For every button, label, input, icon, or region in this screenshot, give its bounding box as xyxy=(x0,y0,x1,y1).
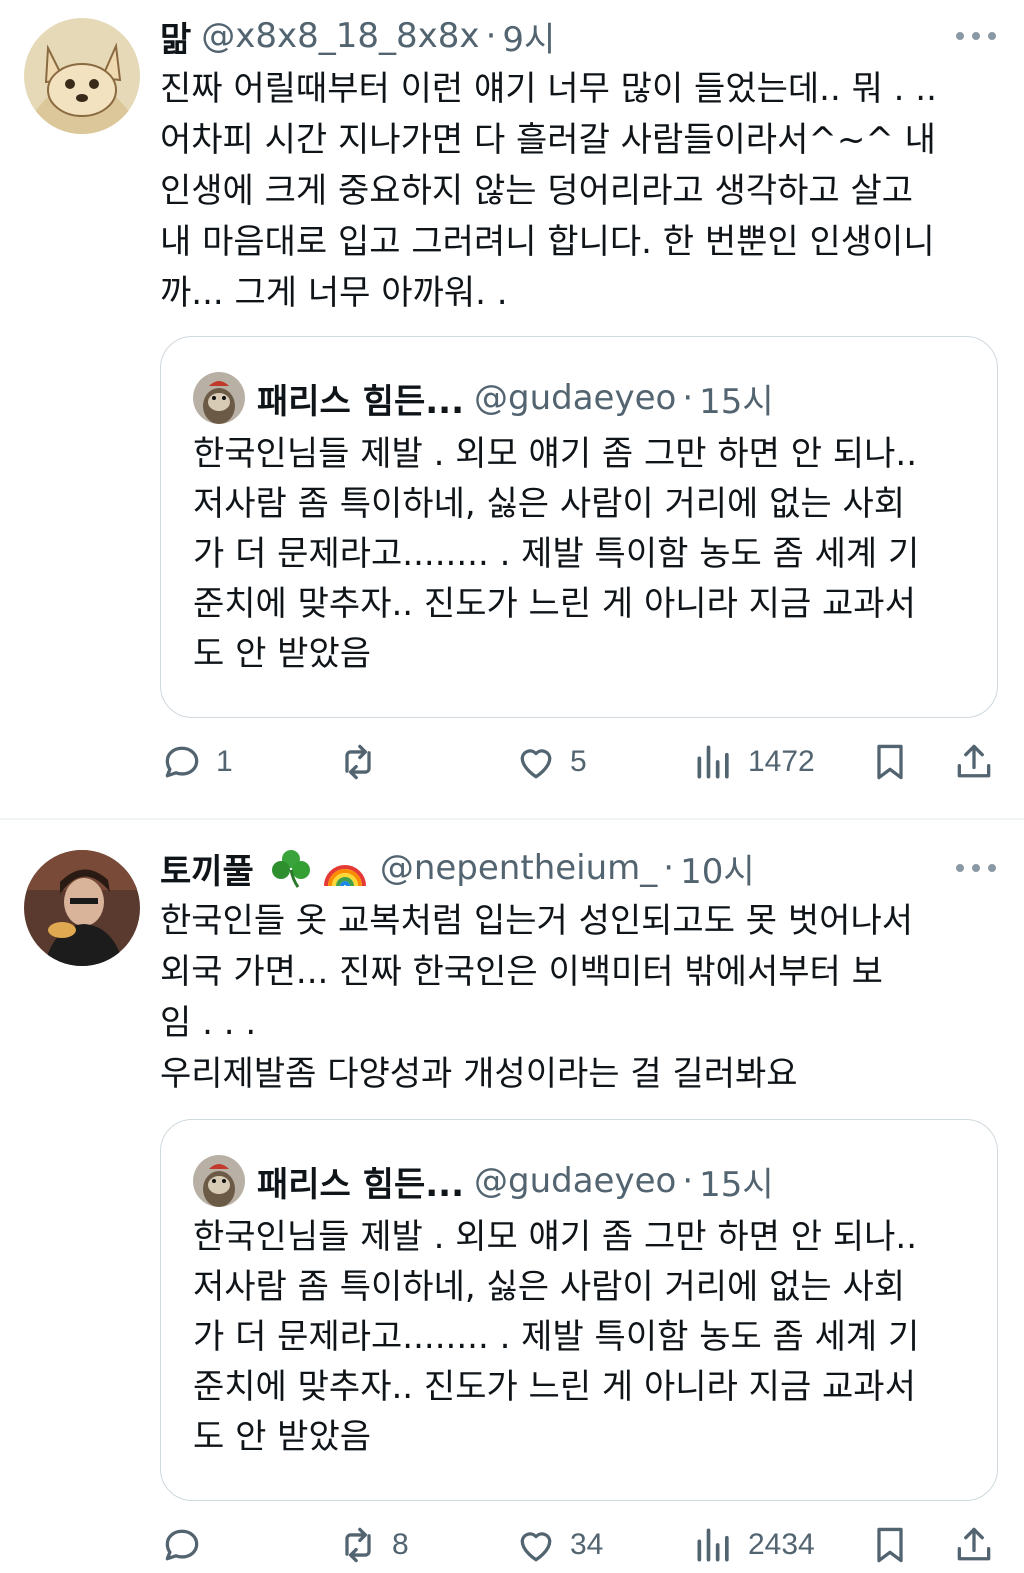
tweet-text-line: 내 마음대로 입고 그러려니 합니다. 한 번뿐인 인생이니 xyxy=(160,222,935,262)
tweet-text-line: 진짜 어릴때부터 이런 얘기 너무 많이 들었는데.. 뭐 . .. xyxy=(160,69,937,109)
quoted-text-line: 도 안 받았음 xyxy=(193,1417,372,1457)
quoted-tweet-text: 한국인님들 제발 . 외모 얘기 좀 그만 하면 안 되나.. 저사람 좀 특이… xyxy=(193,429,977,679)
bookmark-icon xyxy=(877,1527,903,1563)
quoted-avatar xyxy=(193,372,245,424)
quoted-text-line: 준치에 맞추자.. 진도가 느린 게 아니라 지금 교과서 xyxy=(193,584,916,624)
shamrock-icon xyxy=(268,848,314,888)
tweet-actions: 1 5 1472 xyxy=(160,734,994,790)
tweet-text-line: 인생에 크게 중요하지 않는 덩어리라고 생각하고 살고 xyxy=(160,171,914,211)
repost-icon xyxy=(345,1527,371,1563)
bookmark-button[interactable] xyxy=(868,1517,912,1573)
quoted-text-line: 저사람 좀 특이하네, 싫은 사람이 거리에 없는 사회 xyxy=(193,1267,906,1307)
tweet-text-line: 임 . . . xyxy=(160,1003,257,1043)
timestamp[interactable]: 10시 xyxy=(680,844,755,893)
tweet[interactable]: 토끼풀 @nepentheium_ · 10시 한국인들 옷 교복처럼 입는거 … xyxy=(0,820,1024,1569)
views-icon xyxy=(697,745,729,779)
tweet-actions: 8 34 2434 xyxy=(160,1517,994,1573)
quoted-tweet-header: 패리스 힘든... @gudaeyeo · 15시 xyxy=(193,369,977,427)
reply-icon xyxy=(165,1529,199,1561)
timestamp[interactable]: 9시 xyxy=(502,12,555,61)
rainbow-icon xyxy=(320,848,370,888)
views-icon xyxy=(697,1528,729,1562)
reply-button[interactable]: 1 xyxy=(160,734,233,790)
quoted-text-line: 한국인님들 제발 . 외모 얘기 좀 그만 하면 안 되나.. xyxy=(193,1217,918,1257)
views-button[interactable]: 1472 xyxy=(692,734,815,790)
like-button[interactable]: 34 xyxy=(514,1517,603,1573)
repost-count: 8 xyxy=(392,1528,409,1561)
author-handle[interactable]: @x8x8_18_8x8x xyxy=(201,16,479,56)
more-options-icon[interactable] xyxy=(956,14,996,58)
avatar[interactable] xyxy=(24,18,140,134)
quoted-text-line: 가 더 문제라고........ . 제발 특이함 농도 좀 세계 기 xyxy=(193,534,920,574)
tweet-text-line: 어차피 시간 지나가면 다 흘러갈 사람들이라서^~^ 내 xyxy=(160,120,936,160)
view-count: 2434 xyxy=(748,1528,815,1561)
bookmark-button[interactable] xyxy=(868,734,912,790)
heart-icon xyxy=(520,749,552,779)
share-icon xyxy=(957,744,991,778)
separator-dot: · xyxy=(663,848,675,888)
quoted-text-line: 준치에 맞추자.. 진도가 느린 게 아니라 지금 교과서 xyxy=(193,1367,916,1407)
quoted-author-handle: @gudaeyeo xyxy=(474,378,677,418)
like-button[interactable]: 5 xyxy=(514,734,587,790)
quoted-avatar xyxy=(193,1155,245,1207)
share-icon xyxy=(957,1527,991,1561)
views-button[interactable]: 2434 xyxy=(692,1517,815,1573)
reply-button[interactable] xyxy=(160,1517,216,1573)
author-handle[interactable]: @nepentheium_ xyxy=(380,848,657,888)
quoted-tweet-text: 한국인님들 제발 . 외모 얘기 좀 그만 하면 안 되나.. 저사람 좀 특이… xyxy=(193,1212,977,1462)
author-name[interactable]: 맒 xyxy=(160,12,191,61)
repost-button[interactable]: 8 xyxy=(336,1517,409,1573)
quoted-author-handle: @gudaeyeo xyxy=(474,1161,677,1201)
quoted-text-line: 도 안 받았음 xyxy=(193,634,372,674)
view-count: 1472 xyxy=(748,745,815,778)
reply-count: 1 xyxy=(216,745,233,778)
repost-icon xyxy=(345,744,371,780)
quoted-author-name: 패리스 힘든... xyxy=(257,1164,464,1205)
separator-dot: · xyxy=(682,1161,694,1201)
tweet-text: 한국인들 옷 교복처럼 입는거 성인되고도 못 벗어나서 외국 가면... 진짜… xyxy=(160,896,994,1100)
separator-dot: · xyxy=(485,16,497,56)
like-count: 5 xyxy=(570,745,587,778)
quoted-tweet-header: 패리스 힘든... @gudaeyeo · 15시 xyxy=(193,1152,977,1210)
avatar[interactable] xyxy=(24,850,140,966)
quoted-timestamp: 15시 xyxy=(699,1164,774,1205)
bookmark-icon xyxy=(877,744,903,780)
tweet-text-line: 우리제발좀 다양성과 개성이라는 걸 길러봐요 xyxy=(160,1054,798,1094)
author-name[interactable]: 토끼풀 xyxy=(160,844,254,893)
repost-button[interactable] xyxy=(336,734,392,790)
quoted-tweet[interactable]: 패리스 힘든... @gudaeyeo · 15시 한국인님들 제발 . 외모 … xyxy=(160,336,998,718)
tweet-text: 진짜 어릴때부터 이런 얘기 너무 많이 들었는데.. 뭐 . .. 어차피 시… xyxy=(160,64,994,319)
like-count: 34 xyxy=(570,1528,604,1561)
tweet-text-line: 까... 그게 너무 아까워. . xyxy=(160,273,508,313)
quoted-author-name: 패리스 힘든... xyxy=(257,381,464,422)
reply-icon xyxy=(165,746,199,778)
tweet-header: 토끼풀 @nepentheium_ · 10시 xyxy=(160,844,1000,893)
tweet-text-line: 외국 가면... 진짜 한국인은 이백미터 밖에서부터 보 xyxy=(160,952,883,992)
share-button[interactable] xyxy=(952,734,996,790)
tweet-header: 맒 @x8x8_18_8x8x · 9시 xyxy=(160,12,1000,61)
separator-dot: · xyxy=(682,378,694,418)
share-button[interactable] xyxy=(952,1517,996,1573)
heart-icon xyxy=(520,1532,552,1562)
quoted-text-line: 저사람 좀 특이하네, 싫은 사람이 거리에 없는 사회 xyxy=(193,484,906,524)
tweet-text-line: 한국인들 옷 교복처럼 입는거 성인되고도 못 벗어나서 xyxy=(160,901,914,941)
quoted-text-line: 한국인님들 제발 . 외모 얘기 좀 그만 하면 안 되나.. xyxy=(193,434,918,474)
quoted-text-line: 가 더 문제라고........ . 제발 특이함 농도 좀 세계 기 xyxy=(193,1317,920,1357)
quoted-timestamp: 15시 xyxy=(699,381,774,422)
tweet[interactable]: 맒 @x8x8_18_8x8x · 9시 진짜 어릴때부터 이런 얘기 너무 많… xyxy=(0,0,1024,820)
quoted-tweet[interactable]: 패리스 힘든... @gudaeyeo · 15시 한국인님들 제발 . 외모 … xyxy=(160,1119,998,1501)
more-options-icon[interactable] xyxy=(956,846,996,890)
